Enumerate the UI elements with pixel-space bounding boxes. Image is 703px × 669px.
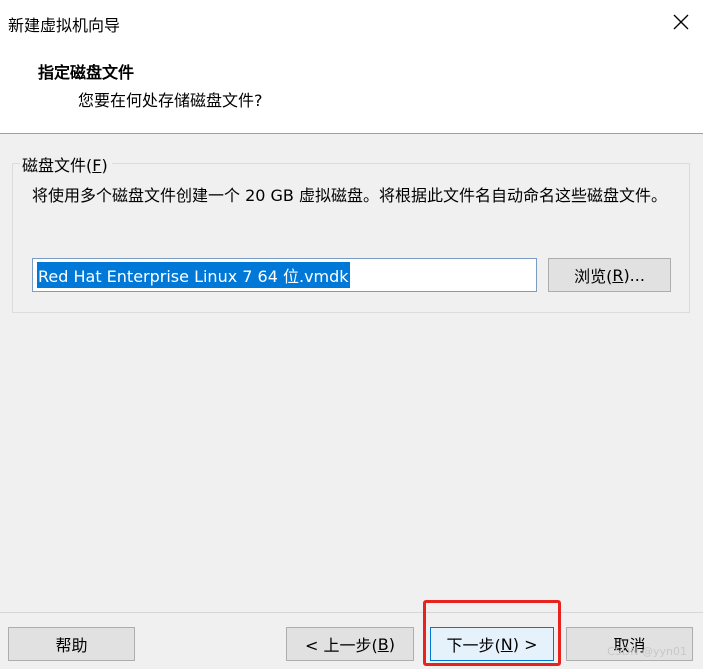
watermark: CSDN @yyn01 bbox=[607, 645, 687, 658]
window-title: 新建虚拟机向导 bbox=[8, 16, 121, 35]
close-icon bbox=[673, 14, 689, 30]
footer-divider bbox=[0, 612, 703, 613]
title-bar: 新建虚拟机向导 bbox=[0, 0, 703, 44]
disk-file-group-legend: 磁盘文件(F) bbox=[20, 152, 112, 176]
page-title: 指定磁盘文件 bbox=[38, 63, 135, 82]
disk-file-description: 将使用多个磁盘文件创建一个 20 GB 虚拟磁盘。将根据此文件名自动命名这些磁盘… bbox=[32, 186, 667, 205]
next-button[interactable]: 下一步(N) > bbox=[430, 627, 554, 661]
disk-file-input[interactable]: Red Hat Enterprise Linux 7 64 位.vmdk bbox=[32, 258, 537, 292]
back-button[interactable]: < 上一步(B) bbox=[286, 627, 414, 661]
disk-file-value: Red Hat Enterprise Linux 7 64 位.vmdk bbox=[37, 262, 350, 288]
page-subtitle: 您要在何处存储磁盘文件? bbox=[78, 91, 263, 110]
wizard-header: 指定磁盘文件 您要在何处存储磁盘文件? bbox=[0, 44, 703, 134]
browse-button[interactable]: 浏览(R)... bbox=[548, 258, 671, 292]
help-button[interactable]: 帮助 bbox=[8, 627, 135, 661]
close-button[interactable] bbox=[667, 8, 695, 36]
